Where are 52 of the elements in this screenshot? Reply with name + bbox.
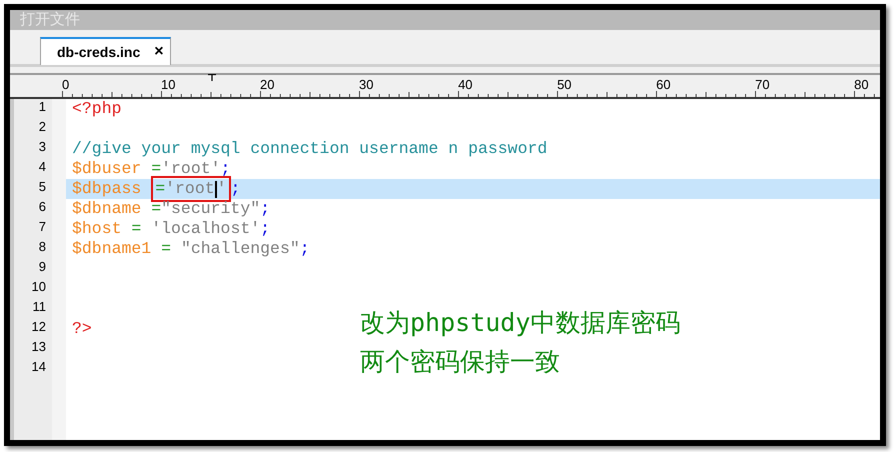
code-token: = — [150, 159, 162, 179]
code-token: "security" — [161, 199, 260, 219]
code-token: = — [150, 199, 162, 219]
file-tab[interactable]: db-creds.inc × — [40, 37, 171, 65]
line-number: 13 — [30, 339, 47, 356]
ruler-label: 70 — [755, 78, 770, 91]
code-token: ?> — [72, 319, 92, 339]
ruler-label: 60 — [656, 78, 671, 91]
tab-stop-icon — [208, 74, 216, 81]
line-number: 11 — [32, 299, 47, 316]
code-token: ; — [220, 159, 230, 179]
code-token: $dbname1 — [72, 239, 152, 259]
annotation-text: 两个密码保持一致 — [360, 346, 561, 378]
ruler-label: 50 — [557, 78, 572, 91]
line-number: 5 — [38, 179, 47, 196]
line-number: 9 — [38, 259, 47, 276]
ruler-label: 40 — [458, 78, 473, 91]
line-number: 6 — [38, 199, 47, 216]
code-token: 'localhost' — [151, 219, 260, 239]
code-token: $dbpass — [72, 179, 142, 199]
code-token: $host — [72, 219, 122, 239]
code-token: $dbname — [72, 199, 142, 219]
line-number: 8 — [38, 239, 47, 256]
annotation-text: 改为phpstudy中数据库密码 — [360, 307, 680, 339]
code-token: ; — [230, 179, 240, 199]
code-token: ' — [216, 179, 227, 199]
ruler-label: 10 — [161, 78, 176, 91]
code-token: ; — [260, 199, 270, 219]
line-number: 14 — [30, 359, 47, 376]
code-token: 'root — [165, 179, 215, 199]
code-token: = — [130, 219, 142, 239]
code-token: 'root' — [161, 159, 221, 179]
close-icon[interactable]: × — [154, 43, 164, 61]
line-number: 2 — [38, 119, 47, 136]
line-number: 4 — [38, 159, 47, 176]
code-token: "challenges" — [180, 239, 300, 259]
code-token: ; — [260, 219, 270, 239]
code-token: = — [155, 179, 166, 199]
line-number: 7 — [38, 219, 47, 236]
line-number: 12 — [30, 319, 47, 336]
code-token: <?php — [72, 99, 122, 119]
ruler-label: 80 — [854, 78, 869, 91]
code-token: ; — [300, 239, 310, 259]
ruler-label: 20 — [260, 78, 274, 91]
code-token: $dbuser — [72, 159, 142, 179]
ruler-label: 0 — [62, 78, 70, 91]
line-number: 10 — [30, 279, 47, 296]
line-number: 3 — [38, 139, 47, 156]
line-number: 1 — [38, 99, 47, 116]
code-token: //give your mysql connection username n password — [72, 139, 548, 159]
ruler-label: 30 — [359, 78, 374, 91]
code-token: = — [160, 239, 172, 259]
